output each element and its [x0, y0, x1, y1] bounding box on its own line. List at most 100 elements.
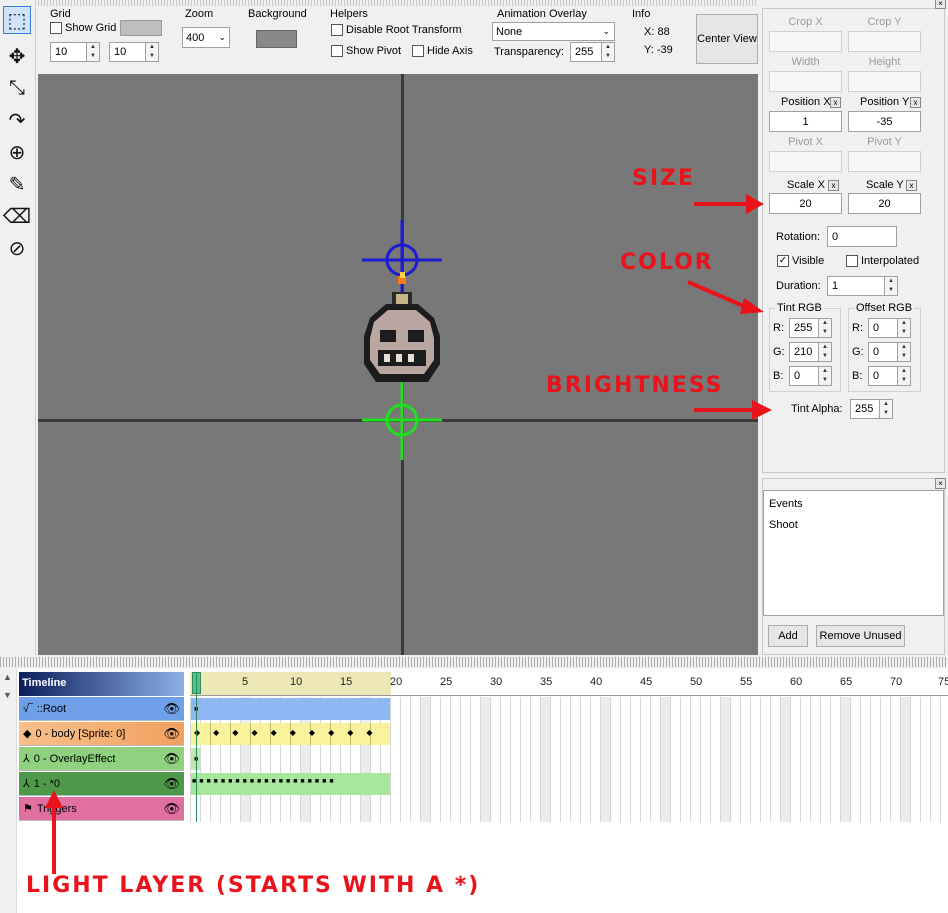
scale-x-reset-icon[interactable]: x — [828, 180, 839, 191]
duration-stepper[interactable]: 1 ▲ ▼ — [827, 276, 898, 296]
body-frames[interactable]: ◆◆◆◆◆◆◆◆◆◆ — [190, 722, 948, 746]
move-tool-icon[interactable]: ✥ — [3, 42, 31, 70]
add-event-button[interactable]: Add — [768, 625, 808, 647]
show-grid-box[interactable] — [50, 22, 62, 34]
width-label: Width — [791, 56, 820, 68]
events-list-item[interactable]: Shoot — [769, 519, 798, 531]
pencil-tool-icon[interactable]: ✎ — [3, 170, 31, 198]
frame-ruler[interactable] — [190, 672, 948, 696]
scale-y-reset-icon[interactable]: x — [906, 180, 917, 191]
crop-y-field[interactable] — [848, 31, 921, 52]
scale-x-field[interactable]: 20 — [769, 193, 842, 214]
position-x-reset-icon[interactable]: x — [830, 97, 841, 108]
show-pivot-box[interactable] — [331, 45, 343, 57]
pivot-y-field[interactable] — [848, 151, 921, 172]
properties-close-icon[interactable]: × — [935, 0, 946, 9]
tint-alpha-input[interactable]: 255 — [850, 399, 880, 419]
offset-r-arrows[interactable]: ▲ ▼ — [898, 318, 911, 338]
offset-g-arrows[interactable]: ▲ ▼ — [898, 342, 911, 362]
transparency-stepper[interactable]: 255 ▲ ▼ — [570, 42, 615, 62]
interpolated-box[interactable] — [846, 255, 858, 267]
pivot-x-field[interactable] — [769, 151, 842, 172]
show-pivot-checkbox[interactable]: Show Pivot — [331, 45, 401, 57]
anchor-tool-icon[interactable]: ⊘ — [3, 234, 31, 262]
visible-box[interactable]: ✓ — [777, 255, 789, 267]
pivot-tool-icon[interactable]: ⊕ — [3, 138, 31, 166]
rotation-field[interactable]: 0 — [827, 226, 897, 247]
tint-alpha-stepper[interactable]: 255 ▲ ▼ — [850, 399, 893, 419]
panel-splitter[interactable] — [0, 657, 948, 667]
grid-size-x-input[interactable]: 10 — [50, 42, 87, 62]
tint-b-arrows[interactable]: ▲ ▼ — [819, 366, 832, 386]
eraser-tool-icon[interactable]: ⌫ — [3, 202, 31, 230]
transparency-arrows[interactable]: ▲ ▼ — [602, 42, 615, 62]
background-color-swatch[interactable] — [256, 30, 297, 48]
root-icon: √‾ — [23, 702, 33, 715]
tint-alpha-arrows[interactable]: ▲ ▼ — [880, 399, 893, 419]
animation-overlay-select[interactable]: None ⌄ — [492, 22, 615, 41]
position-y-reset-icon[interactable]: x — [910, 97, 921, 108]
zoom-select[interactable]: 400 ⌄ — [182, 27, 230, 48]
disable-root-transform-checkbox[interactable]: Disable Root Transform — [331, 24, 462, 36]
offset-b-arrows[interactable]: ▲ ▼ — [898, 366, 911, 386]
rotate-tool-icon[interactable]: ↷ — [3, 106, 31, 134]
canvas[interactable] — [38, 74, 758, 655]
interpolated-checkbox[interactable]: Interpolated — [846, 255, 919, 267]
grid-size-x[interactable]: 10 ▲ ▼ — [50, 42, 100, 62]
duration-input[interactable]: 1 — [827, 276, 885, 296]
offset-r-input[interactable]: 0 — [868, 318, 898, 338]
grid-size-y-arrows[interactable]: ▲ ▼ — [146, 42, 159, 62]
offset-g-input[interactable]: 0 — [868, 342, 898, 362]
eye-icon[interactable]: 👁 — [163, 801, 180, 817]
transparency-input[interactable]: 255 — [570, 42, 602, 62]
disable-root-box[interactable] — [331, 24, 343, 36]
eye-icon[interactable]: 👁 — [163, 726, 180, 742]
position-x-field[interactable]: 1 — [769, 111, 842, 132]
show-grid-checkbox[interactable]: Show Grid — [50, 22, 116, 34]
height-field[interactable] — [848, 71, 921, 92]
select-tool-icon[interactable]: ⬚ — [3, 6, 31, 34]
tint-r-arrows[interactable]: ▲ ▼ — [819, 318, 832, 338]
hide-axis-checkbox[interactable]: Hide Axis — [412, 45, 473, 57]
scroll-down-icon[interactable]: ▼ — [3, 690, 12, 700]
offset-r-stepper[interactable]: 0 ▲ ▼ — [868, 318, 911, 338]
hide-axis-box[interactable] — [412, 45, 424, 57]
tint-g-input[interactable]: 210 — [789, 342, 819, 362]
grid-size-y[interactable]: 10 ▲ ▼ — [109, 42, 159, 62]
tint-b-input[interactable]: 0 — [789, 366, 819, 386]
scale-tool-icon[interactable]: ⤡ — [3, 74, 31, 102]
crop-x-field[interactable] — [769, 31, 842, 52]
position-y-field[interactable]: -35 — [848, 111, 921, 132]
light-frames[interactable]: ■■■■■■■■■■■■■■■■■■■■ — [190, 772, 948, 796]
root-frames[interactable]: ■ — [190, 697, 948, 721]
scale-y-field[interactable]: 20 — [848, 193, 921, 214]
scroll-up-icon[interactable]: ▲ — [3, 672, 12, 682]
tint-r-input[interactable]: 255 — [789, 318, 819, 338]
offset-g-stepper[interactable]: 0 ▲ ▼ — [868, 342, 911, 362]
eye-icon[interactable]: 👁 — [163, 751, 180, 767]
grid-color-swatch[interactable] — [120, 20, 162, 36]
timeline-scrollbar[interactable] — [0, 669, 17, 913]
events-list-item[interactable]: Events — [769, 498, 803, 510]
eye-icon[interactable]: 👁 — [163, 701, 180, 717]
eye-icon[interactable]: 👁 — [163, 776, 180, 792]
layer-root[interactable]: √‾ ::Root 👁 — [19, 697, 184, 721]
offset-b-stepper[interactable]: 0 ▲ ▼ — [868, 366, 911, 386]
center-view-button[interactable]: Center View — [696, 14, 758, 64]
tint-g-arrows[interactable]: ▲ ▼ — [819, 342, 832, 362]
grid-size-x-arrows[interactable]: ▲ ▼ — [87, 42, 100, 62]
tint-b-stepper[interactable]: 0 ▲ ▼ — [789, 366, 832, 386]
visible-checkbox[interactable]: ✓ Visible — [777, 255, 824, 267]
grid-size-y-input[interactable]: 10 — [109, 42, 146, 62]
events-close-icon[interactable]: × — [935, 478, 946, 489]
duration-arrows[interactable]: ▲ ▼ — [885, 276, 898, 296]
overlay-effect-frames[interactable]: ■ — [190, 747, 948, 771]
tint-g-stepper[interactable]: 210 ▲ ▼ — [789, 342, 832, 362]
root-crosshair-green-icon[interactable] — [362, 380, 442, 460]
width-field[interactable] — [769, 71, 842, 92]
offset-b-input[interactable]: 0 — [868, 366, 898, 386]
layer-overlay-effect[interactable]: ⅄ 0 - OverlayEffect 👁 — [19, 747, 184, 771]
tint-r-stepper[interactable]: 255 ▲ ▼ — [789, 318, 832, 338]
remove-unused-button[interactable]: Remove Unused — [816, 625, 905, 647]
layer-body[interactable]: ◆ 0 - body [Sprite: 0] 👁 — [19, 722, 184, 746]
